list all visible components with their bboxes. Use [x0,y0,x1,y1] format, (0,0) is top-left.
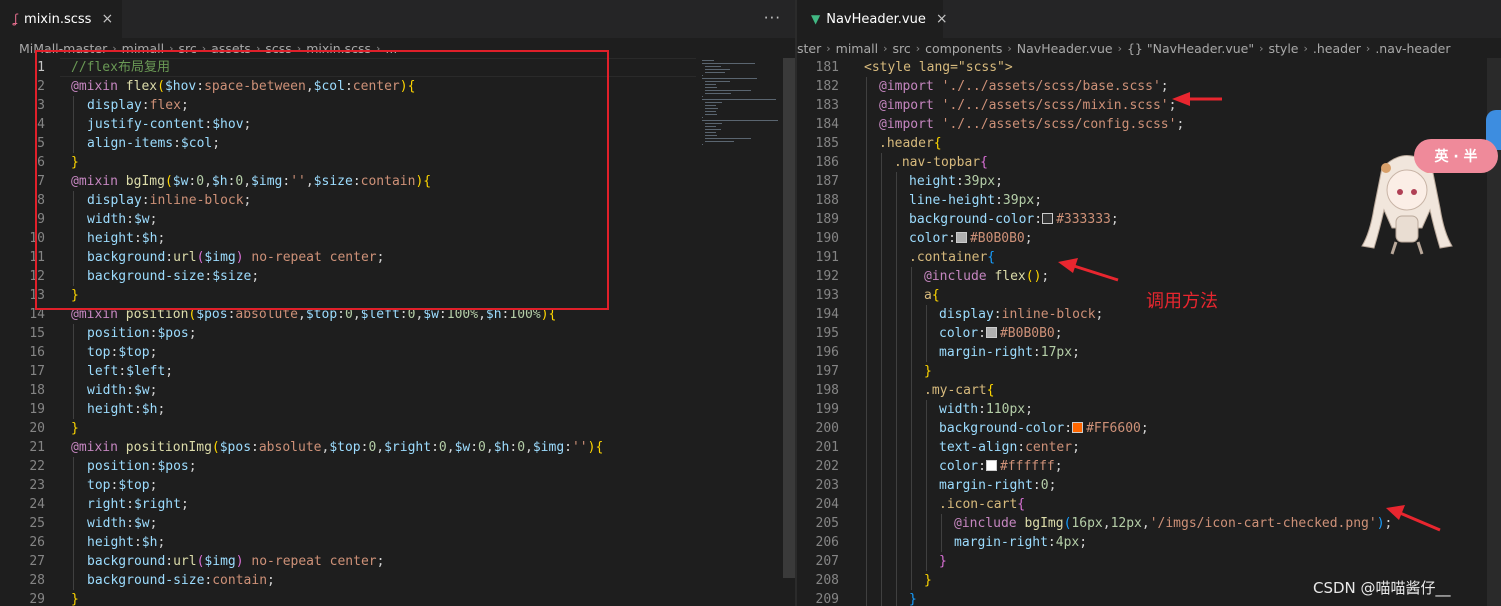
speech-bubble: 英 · 半 [1414,139,1498,173]
annotation-arrows [1058,92,1441,532]
arrow-include-bgimg [1386,505,1441,532]
watermark: CSDN @喵喵酱仔__ [1313,579,1451,597]
arrow-include-flex [1058,258,1119,282]
call-method-label: 调用方法 [1146,291,1218,312]
arrow-import-mixin [1172,92,1222,106]
